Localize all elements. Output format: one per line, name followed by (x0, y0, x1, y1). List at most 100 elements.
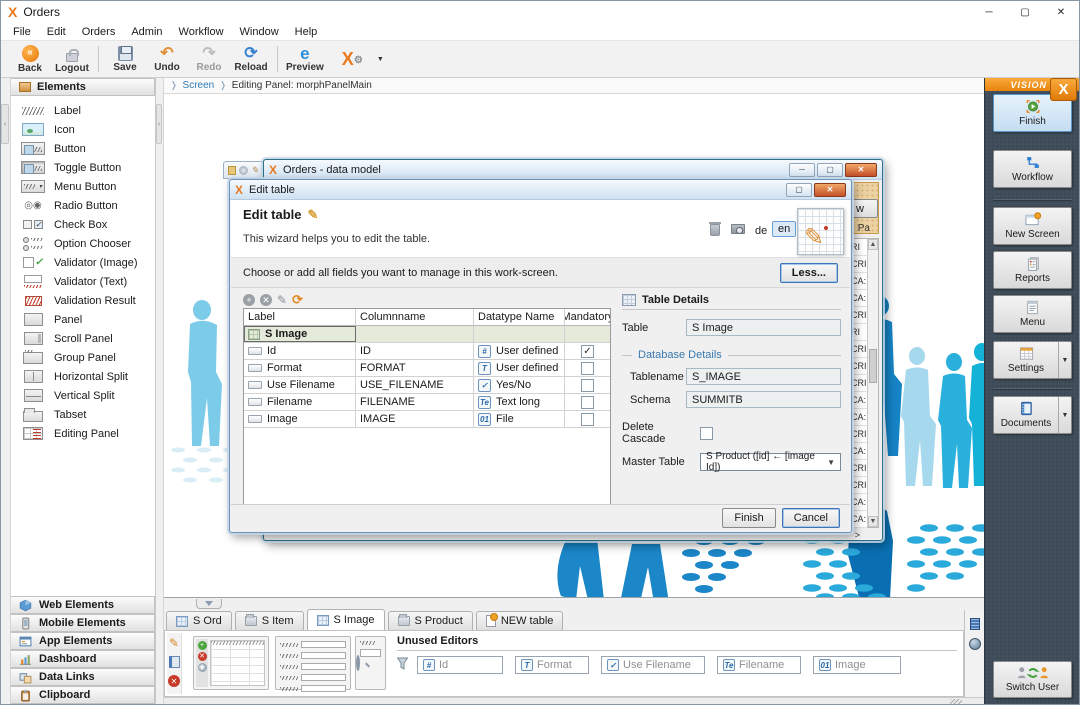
menu-orders[interactable]: Orders (74, 24, 124, 40)
palette-item-validator-text[interactable]: Validator (Text) (11, 272, 155, 291)
schema-field[interactable]: SUMMITB (686, 391, 841, 408)
maximize-button[interactable]: ▢ (817, 162, 843, 177)
rail-collapse-handle[interactable]: ‹ (156, 104, 162, 144)
menu-file[interactable]: File (5, 24, 39, 40)
delete-table-icon[interactable]: ✕ (168, 675, 180, 687)
section-clipboard[interactable]: Clipboard (11, 686, 155, 704)
list-item[interactable]: CA: (850, 409, 867, 426)
palette-item-horizontal-split[interactable]: Horizontal Split (11, 367, 155, 386)
workflow-button[interactable]: Workflow (993, 150, 1072, 188)
section-mobile-elements[interactable]: Mobile Elements (11, 614, 155, 632)
documents-dropdown-icon[interactable]: ▼ (1058, 397, 1071, 433)
scrollbar-thumb[interactable] (869, 349, 877, 383)
new-table-button-partial[interactable]: w (851, 199, 878, 218)
list-item[interactable]: CRI (850, 426, 867, 443)
editor-chip-filename[interactable]: Te Filename (717, 656, 801, 674)
menu-edit[interactable]: Edit (39, 24, 74, 40)
new-screen-button[interactable]: New Screen (993, 207, 1072, 245)
toolbar-dropdown-icon[interactable]: ▼ (377, 56, 384, 63)
language-de-toggle[interactable]: de (755, 225, 767, 237)
menu-button[interactable]: Menu (993, 295, 1072, 333)
undo-button[interactable]: ↶ Undo (146, 41, 188, 77)
edit-row-icon[interactable]: ✎ (277, 293, 287, 307)
camera-icon[interactable] (731, 224, 745, 234)
palette-item-label[interactable]: Label (11, 101, 155, 120)
palette-item-toggle-button[interactable]: Toggle Button (11, 158, 155, 177)
palette-item-vertical-split[interactable]: Vertical Split (11, 386, 155, 405)
rail-collapse-handle[interactable]: ‹ (1, 104, 9, 144)
list-item[interactable]: CA: (850, 290, 867, 307)
cancel-button[interactable]: Cancel (781, 508, 840, 528)
remove-row-icon[interactable]: ✕ (260, 294, 272, 306)
data-model-titlebar[interactable]: X Orders - data model ─ ▢ ✕ (264, 160, 882, 180)
close-button[interactable]: ✕ (845, 162, 877, 177)
mandatory-checkbox[interactable] (581, 395, 594, 409)
tab-s-product[interactable]: S Product (387, 611, 473, 630)
mini-table-widget[interactable]: + ✕ ◉ (193, 636, 269, 690)
palette-item-option-chooser[interactable]: Option Chooser (11, 234, 155, 253)
table-row[interactable]: Use Filename USE_FILENAME ✓ Yes/No (244, 377, 610, 394)
delete-icon[interactable] (709, 222, 721, 236)
tablename-field[interactable]: S_IMAGE (686, 368, 841, 385)
menu-admin[interactable]: Admin (123, 24, 170, 40)
tab-new-table[interactable]: NEW table (475, 611, 564, 630)
switch-user-button[interactable]: Switch User (993, 661, 1072, 698)
globe-icon[interactable] (968, 638, 981, 650)
edit-pencil-icon[interactable]: ✎ (169, 637, 179, 649)
table-row[interactable]: Image IMAGE 01 File (244, 411, 610, 428)
edit-table-titlebar[interactable]: X Edit table ▢ ✕ (230, 180, 851, 200)
list-item[interactable]: CRI (850, 341, 867, 358)
delete-cascade-checkbox[interactable] (700, 426, 713, 440)
close-button[interactable]: ✕ (814, 182, 846, 197)
mandatory-checkbox[interactable] (581, 361, 594, 375)
maximize-button[interactable]: ▢ (1007, 1, 1043, 23)
table-row[interactable]: Id ID # User defined (244, 343, 610, 360)
palette-item-scroll-panel[interactable]: Scroll Panel (11, 329, 155, 348)
back-button[interactable]: « Back (9, 41, 51, 77)
editor-chip-format[interactable]: T Format (515, 656, 589, 674)
palette-item-button[interactable]: Button (11, 139, 155, 158)
palette-item-radio-button[interactable]: ◎◉ Radio Button (11, 196, 155, 215)
finish-button[interactable]: Finish (722, 508, 776, 528)
table-name-field[interactable]: S Image (686, 319, 841, 336)
minimize-button[interactable]: ─ (789, 162, 815, 177)
tab-s-item[interactable]: S Item (234, 611, 304, 630)
minimize-button[interactable]: ─ (971, 1, 1007, 23)
palette-item-menu-button[interactable]: ▾ Menu Button (11, 177, 155, 196)
palette-item-check-box[interactable]: ✓ Check Box (11, 215, 155, 234)
palette-item-tabset[interactable]: Tabset (11, 405, 155, 424)
editor-chip-id[interactable]: # Id (417, 656, 503, 674)
tab-s-image[interactable]: S Image (306, 609, 385, 630)
palette-header-elements[interactable]: Elements (11, 78, 155, 96)
list-item[interactable]: CA: (850, 511, 867, 528)
list-item[interactable]: RI (850, 239, 867, 256)
list-item[interactable]: CA: (850, 443, 867, 460)
list-item[interactable]: CRI (850, 460, 867, 477)
close-button[interactable]: ✕ (1043, 1, 1079, 23)
tab-s-ord[interactable]: S Ord (166, 611, 232, 630)
breadcrumb-screen-link[interactable]: Screen (183, 80, 215, 91)
visionx-logo-icon[interactable]: X (1050, 78, 1077, 101)
list-item[interactable]: CA: (850, 494, 867, 511)
list-item[interactable]: RI (850, 324, 867, 341)
table-row[interactable]: Filename FILENAME Te Text long (244, 394, 610, 411)
list-scrollbar[interactable]: ▲ ▼ (867, 239, 878, 527)
palette-item-icon[interactable]: Icon (11, 120, 155, 139)
palette-item-panel[interactable]: Panel (11, 310, 155, 329)
palette-item-validator-image[interactable]: ✓ Validator (Image) (11, 253, 155, 272)
logout-button[interactable]: Logout (51, 41, 93, 77)
refresh-icon[interactable]: ⟳ (292, 292, 303, 308)
scroll-up-icon[interactable]: ▲ (868, 239, 878, 250)
section-data-links[interactable]: Data Links (11, 668, 155, 686)
reports-button[interactable]: Reports (993, 251, 1072, 289)
palette-item-group-panel[interactable]: Group Panel (11, 348, 155, 367)
mandatory-checkbox[interactable] (581, 412, 594, 426)
save-button[interactable]: Save (104, 41, 146, 77)
table-row[interactable]: Format FORMAT T User defined (244, 360, 610, 377)
list-item[interactable]: CRI (850, 477, 867, 494)
language-en-toggle[interactable]: en (772, 221, 797, 237)
section-web-elements[interactable]: Web Elements (11, 596, 155, 614)
less-button[interactable]: Less... (779, 262, 838, 283)
editor-chip-use-filename[interactable]: ✓ Use Filename (601, 656, 705, 674)
list-item[interactable]: CRI (850, 375, 867, 392)
